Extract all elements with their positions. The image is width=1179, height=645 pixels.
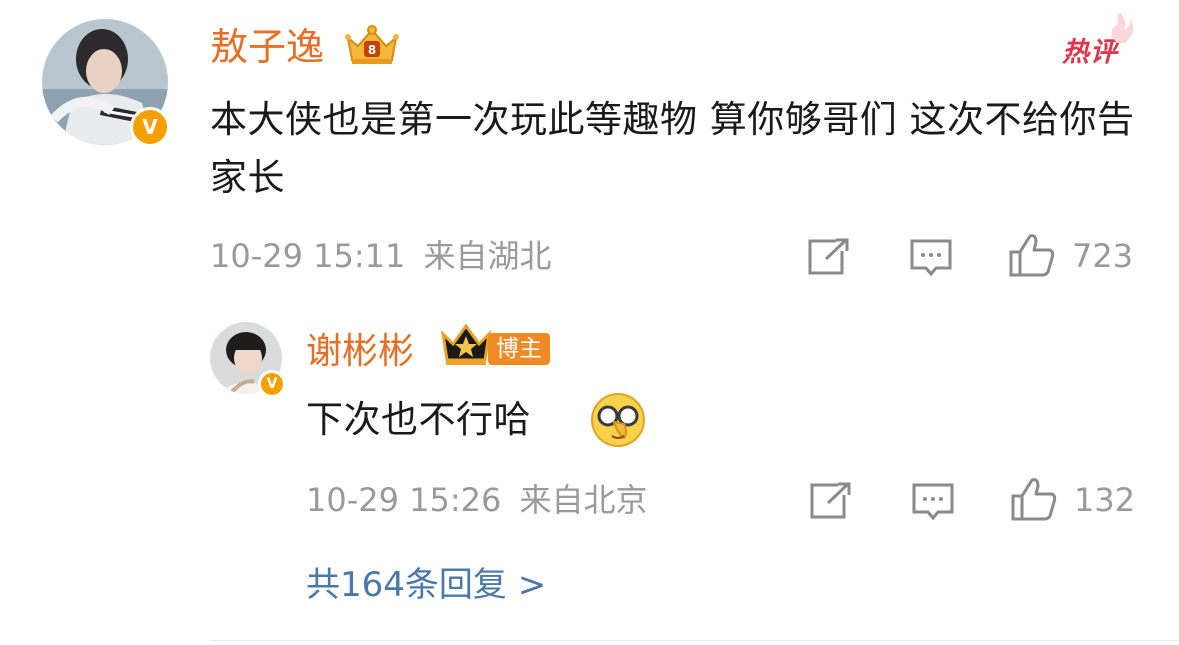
glasses-emoji-icon — [590, 392, 646, 452]
reply-time: 10-29 15:26 — [306, 481, 502, 519]
comment-content: 本大侠也是第一次玩此等趣物 算你够哥们 这次不给你告家长 — [210, 98, 1135, 199]
reply-like-count: 132 — [1074, 481, 1136, 519]
verified-v-icon: V — [130, 107, 170, 147]
like-icon[interactable] — [1008, 232, 1056, 282]
comment-username[interactable]: 敖子逸 — [210, 28, 324, 66]
svg-text:8: 8 — [368, 43, 376, 57]
comment-meta: 10-29 15:11 来自湖北 — [210, 240, 552, 272]
hot-flame-icon — [1106, 10, 1134, 50]
crown-badge-icon: 8 — [344, 24, 400, 72]
blogger-badge: 博主 — [488, 333, 550, 365]
comment-location: 来自湖北 — [423, 237, 552, 275]
verified-v-icon: V — [258, 370, 286, 398]
more-replies-link[interactable]: 共164条回复 > — [306, 568, 546, 602]
like-icon[interactable] — [1010, 476, 1058, 526]
divider — [210, 640, 1179, 641]
reply-location: 来自北京 — [519, 481, 648, 519]
comment-time: 10-29 15:11 — [210, 237, 406, 275]
share-icon[interactable] — [808, 481, 852, 525]
comment-icon[interactable] — [911, 482, 955, 526]
comment-icon[interactable] — [909, 238, 953, 282]
reply-meta: 10-29 15:26 来自北京 — [306, 484, 648, 516]
reply-username[interactable]: 谢彬彬 — [306, 334, 414, 370]
reply-avatar-wrap[interactable]: V — [210, 322, 286, 398]
comment-like-count: 723 — [1072, 237, 1134, 275]
share-icon[interactable] — [806, 237, 850, 281]
reply-text: 下次也不行哈 — [306, 398, 531, 441]
reply-content: 下次也不行哈 — [306, 391, 531, 449]
vip-crown-icon — [440, 322, 492, 372]
comment-avatar-wrap[interactable]: V — [42, 19, 170, 147]
